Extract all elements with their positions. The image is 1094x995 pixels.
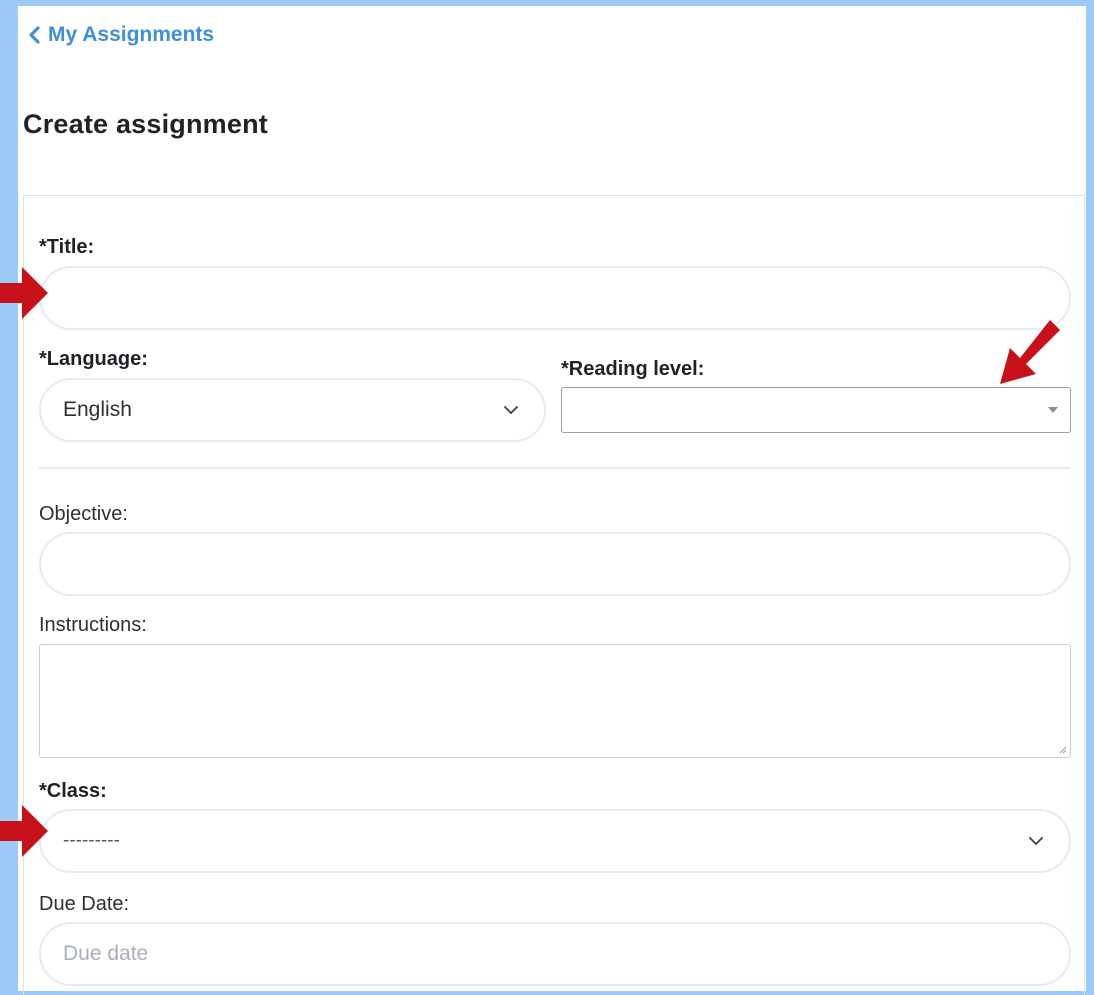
due-date-placeholder: Due date <box>63 942 149 965</box>
class-select-value: --------- <box>63 830 120 851</box>
title-label: *Title: <box>39 236 95 258</box>
instructions-label: Instructions: <box>39 614 147 636</box>
language-select[interactable]: English <box>39 378 546 442</box>
language-select-value: English <box>63 398 132 421</box>
due-date-label: Due Date: <box>39 893 130 915</box>
chevron-left-icon <box>28 26 40 44</box>
page-title: Create assignment <box>23 109 268 139</box>
assignment-page: My Assignments Create assignment *Title:… <box>18 6 1086 995</box>
chevron-down-icon <box>1025 830 1047 852</box>
resize-grip-icon[interactable] <box>1057 744 1067 754</box>
objective-input[interactable] <box>39 532 1071 596</box>
title-input[interactable] <box>39 266 1071 330</box>
back-link-label: My Assignments <box>48 23 215 46</box>
class-select[interactable]: --------- <box>39 809 1071 873</box>
chevron-down-icon <box>500 399 522 421</box>
caret-down-icon <box>1048 407 1058 413</box>
section-divider <box>39 467 1071 469</box>
due-date-input[interactable]: Due date <box>39 922 1071 986</box>
class-label: *Class: <box>39 780 107 802</box>
red-arrow-icon <box>0 267 48 319</box>
reading-level-label: *Reading level: <box>561 358 705 380</box>
create-assignment-form: *Title: *Language: English *Reading leve… <box>23 195 1085 995</box>
reading-level-select[interactable] <box>561 387 1071 433</box>
back-to-my-assignments-link[interactable]: My Assignments <box>28 23 214 47</box>
red-arrow-icon <box>0 805 48 857</box>
language-label: *Language: <box>39 348 148 370</box>
red-arrow-icon <box>1000 320 1060 384</box>
instructions-textarea[interactable] <box>39 644 1071 758</box>
objective-label: Objective: <box>39 503 128 525</box>
